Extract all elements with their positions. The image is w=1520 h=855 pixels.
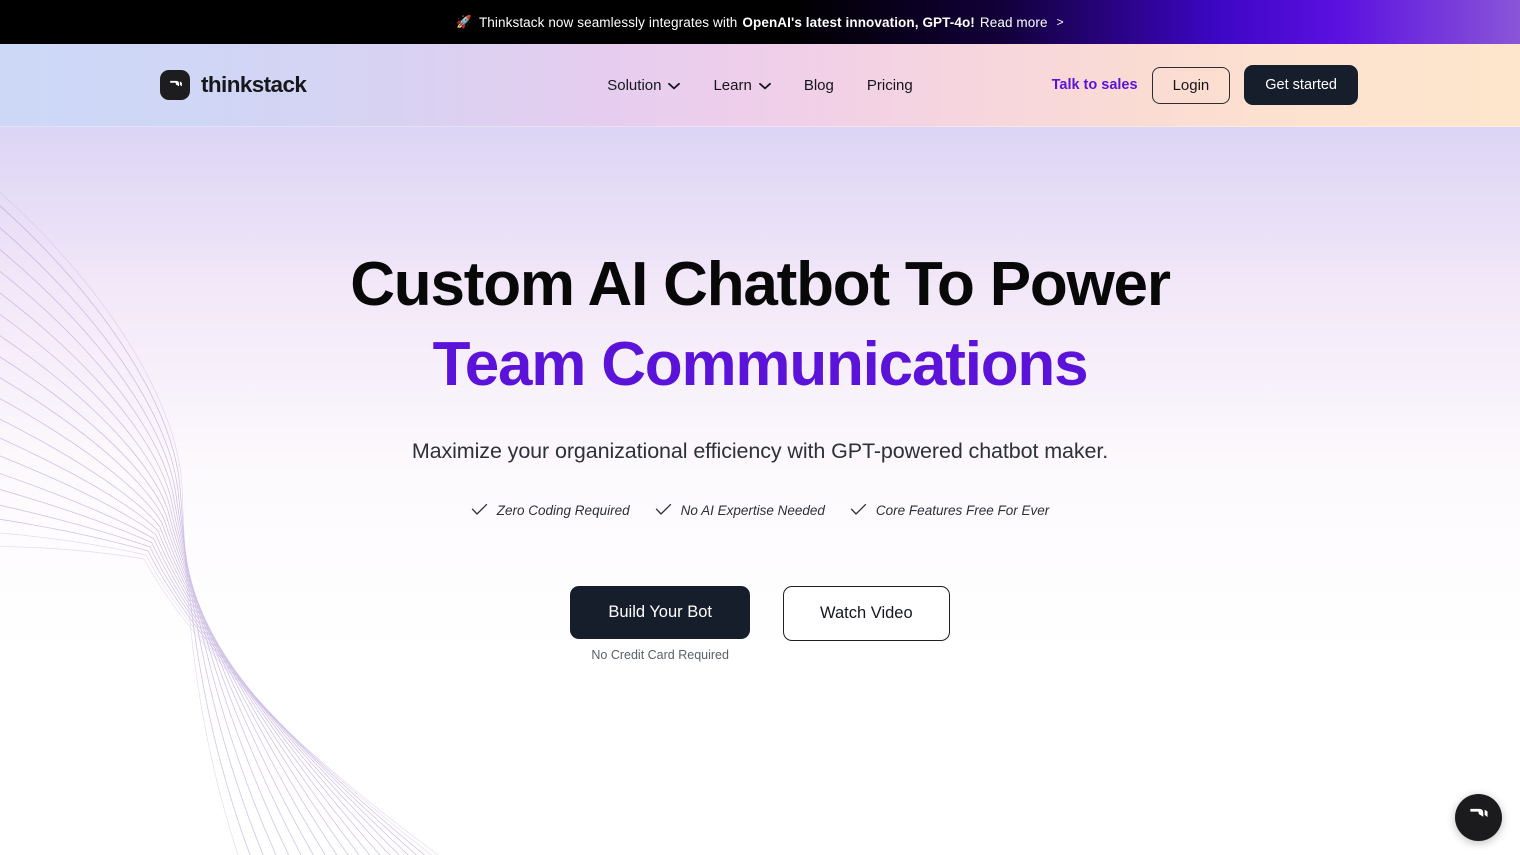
check-icon xyxy=(850,503,867,519)
header-actions: Talk to sales Login Get started xyxy=(1052,65,1358,105)
primary-cta-column: Build Your Bot No Credit Card Required xyxy=(570,585,751,662)
nav-item-learn[interactable]: Learn xyxy=(713,76,771,94)
nav-item-blog[interactable]: Blog xyxy=(804,77,834,94)
hero-title-line-1: Custom AI Chatbot To Power xyxy=(350,250,1171,319)
nav-label-blog: Blog xyxy=(803,76,834,94)
thinkstack-chat-icon xyxy=(1466,803,1491,833)
announcement-read-more-link[interactable]: Read more xyxy=(980,15,1048,30)
hero-section: Custom AI Chatbot To Power Team Communic… xyxy=(0,127,1520,855)
talk-to-sales-link[interactable]: Talk to sales xyxy=(1052,77,1138,93)
chevron-down-icon xyxy=(668,77,681,94)
hero-subtitle: Maximize your organizational efficiency … xyxy=(411,438,1109,463)
chevron-down-icon xyxy=(758,77,771,94)
get-started-button[interactable]: Get started xyxy=(1244,65,1358,105)
nav-label-solution: Solution xyxy=(607,76,662,94)
watch-video-button[interactable]: Watch Video xyxy=(783,585,950,641)
check-icon xyxy=(471,503,488,519)
feature-item: Core Features Free For Ever xyxy=(850,503,1049,519)
nav-item-solution[interactable]: Solution xyxy=(607,76,681,94)
feature-label: No AI Expertise Needed xyxy=(680,503,825,519)
chevron-right-icon: > xyxy=(1056,15,1064,29)
feature-item: No AI Expertise Needed xyxy=(655,503,825,519)
landing-page: 🚀 Thinkstack now seamlessly integrates w… xyxy=(0,0,1520,855)
announcement-text: Thinkstack now seamlessly integrates wit… xyxy=(478,14,738,30)
hero-title-line-2: Team Communications xyxy=(432,329,1089,399)
rocket-icon: 🚀 xyxy=(456,14,472,29)
page-title: Custom AI Chatbot To Power Team Communic… xyxy=(0,245,1520,405)
build-your-bot-button[interactable]: Build Your Bot xyxy=(570,585,751,639)
announcement-highlight: OpenAI's latest innovation, GPT-4o! xyxy=(742,14,975,30)
nav-item-pricing[interactable]: Pricing xyxy=(867,77,913,94)
hero-cta-group: Build Your Bot No Credit Card Required W… xyxy=(0,585,1520,662)
nav-label-pricing: Pricing xyxy=(866,76,913,94)
feature-label: Zero Coding Required xyxy=(496,503,630,519)
announcement-bar[interactable]: 🚀 Thinkstack now seamlessly integrates w… xyxy=(0,0,1520,44)
feature-label: Core Features Free For Ever xyxy=(875,503,1050,519)
feature-item: Zero Coding Required xyxy=(471,503,630,519)
hero-content: Custom AI Chatbot To Power Team Communic… xyxy=(0,127,1520,662)
nav-label-learn: Learn xyxy=(713,76,752,94)
check-icon xyxy=(655,503,672,519)
hero-feature-list: Zero Coding Required No AI Expertise Nee… xyxy=(0,503,1520,519)
no-credit-card-note: No Credit Card Required xyxy=(591,647,729,662)
chat-widget-button[interactable] xyxy=(1455,794,1502,841)
site-header: thinkstack Solution Learn Blog Pricing T… xyxy=(0,44,1520,127)
login-button[interactable]: Login xyxy=(1151,66,1231,104)
